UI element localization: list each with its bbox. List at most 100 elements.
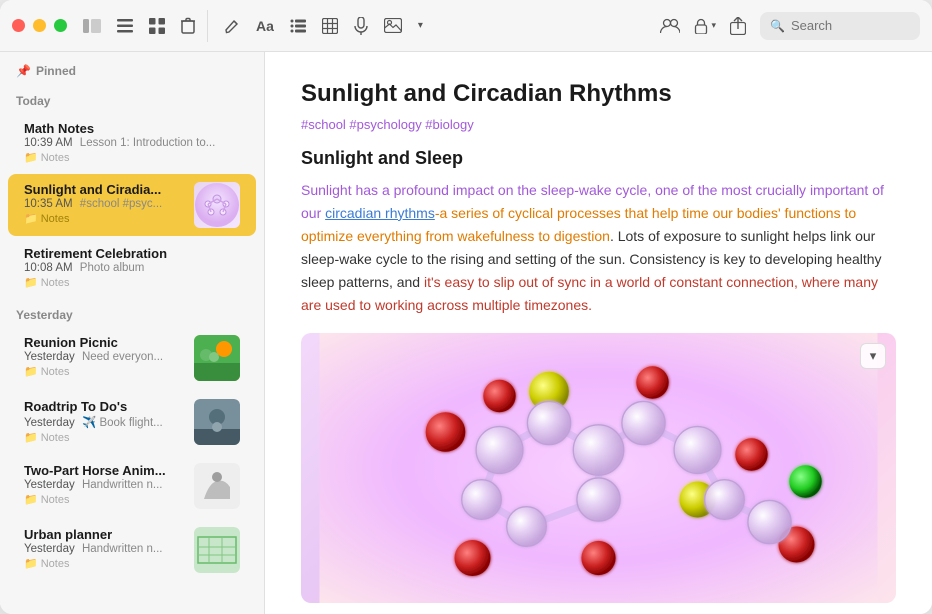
section-yesterday-label: Yesterday xyxy=(0,298,264,326)
search-icon: 🔍 xyxy=(770,19,785,33)
note-text: Roadtrip To Do's Yesterday ✈️ Book fligh… xyxy=(24,399,186,444)
body-text-purple-underline: circadian rhythms xyxy=(325,205,435,221)
folder-icon: 📁 xyxy=(24,557,38,570)
note-time: Yesterday xyxy=(24,543,75,555)
molecule-image: ▾ xyxy=(301,333,896,603)
note-text: Reunion Picnic Yesterday Need everyon...… xyxy=(24,335,186,378)
note-folder: 📁 Notes xyxy=(24,212,186,225)
titlebar-right-actions: ▾ 🔍 xyxy=(660,12,920,40)
note-time: Yesterday xyxy=(24,417,75,429)
sidebar-toggle-icon[interactable] xyxy=(83,19,101,33)
folder-icon: 📁 xyxy=(24,493,38,506)
note-folder: 📁 Notes xyxy=(24,493,186,506)
close-button[interactable] xyxy=(12,19,25,32)
note-time: 10:35 AM xyxy=(24,198,73,210)
font-icon[interactable]: Aa xyxy=(256,18,274,34)
note-meta: 10:08 AM Photo album xyxy=(24,262,240,274)
note-subtitle: Handwritten n... xyxy=(82,479,163,491)
search-input[interactable] xyxy=(791,18,910,33)
search-bar[interactable]: 🔍 xyxy=(760,12,920,40)
note-thumbnail xyxy=(194,335,240,381)
image-expand-button[interactable]: ▾ xyxy=(860,343,886,369)
export-icon[interactable] xyxy=(730,17,746,35)
note-text: Urban planner Yesterday Handwritten n...… xyxy=(24,527,186,570)
note-title: Two-Part Horse Anim... xyxy=(24,463,186,478)
sidebar: 📌 Pinned Today Math Notes 10:39 AM Lesso… xyxy=(0,52,265,614)
note-subtitle: ✈️ Book flight... xyxy=(82,417,163,429)
note-meta: 10:39 AM Lesson 1: Introduction to... xyxy=(24,137,240,149)
collaborate-icon[interactable] xyxy=(660,18,680,34)
note-title: Math Notes xyxy=(24,121,240,136)
titlebar: Aa xyxy=(0,0,932,52)
folder-icon: 📁 xyxy=(24,212,38,225)
note-item-math[interactable]: Math Notes 10:39 AM Lesson 1: Introducti… xyxy=(8,113,256,172)
note-time: 10:39 AM xyxy=(24,137,73,149)
note-text: Math Notes 10:39 AM Lesson 1: Introducti… xyxy=(24,121,240,164)
table-icon[interactable] xyxy=(322,18,338,34)
note-item-retirement[interactable]: Retirement Celebration 10:08 AM Photo al… xyxy=(8,238,256,297)
image-insert-icon[interactable] xyxy=(384,18,402,33)
note-main-title: Sunlight and Circadian Rhythms xyxy=(301,80,896,109)
note-title: Urban planner xyxy=(24,527,186,542)
note-time: Yesterday xyxy=(24,351,75,363)
note-title: Roadtrip To Do's xyxy=(24,399,186,414)
minimize-button[interactable] xyxy=(33,19,46,32)
pinned-section: 📌 Pinned xyxy=(0,52,264,84)
grid-view-icon[interactable] xyxy=(149,18,165,34)
note-subtitle: Handwritten n... xyxy=(82,543,163,555)
compose-icon[interactable] xyxy=(224,18,240,34)
note-text: Sunlight and Ciradia... 10:35 AM #school… xyxy=(24,182,186,225)
lock-group[interactable]: ▾ xyxy=(694,18,716,34)
note-title: Reunion Picnic xyxy=(24,335,186,350)
pinned-header: 📌 Pinned xyxy=(16,64,248,78)
lock-chevron-icon[interactable]: ▾ xyxy=(711,20,716,31)
note-subtitle: Photo album xyxy=(80,262,145,274)
note-folder: 📁 Notes xyxy=(24,276,240,289)
pin-icon: 📌 xyxy=(16,64,31,78)
note-meta: 10:35 AM #school #psyc... xyxy=(24,198,186,210)
note-time: 10:08 AM xyxy=(24,262,73,274)
note-heading: Sunlight and Sleep xyxy=(301,148,896,169)
chevron-down-icon[interactable]: ▾ xyxy=(418,20,423,31)
traffic-lights xyxy=(12,19,67,32)
note-thumbnail xyxy=(194,399,240,445)
app-window: Aa xyxy=(0,0,932,614)
note-thumbnail xyxy=(194,463,240,509)
main-area: 📌 Pinned Today Math Notes 10:39 AM Lesso… xyxy=(0,52,932,614)
note-folder: 📁 Notes xyxy=(24,431,186,444)
pinned-label: Pinned xyxy=(36,64,76,78)
section-today-label: Today xyxy=(0,84,264,112)
note-folder: 📁 Notes xyxy=(24,557,186,570)
list-view-icon[interactable] xyxy=(117,19,133,33)
note-tags: #school #psychology #biology xyxy=(301,117,896,132)
folder-icon: 📁 xyxy=(24,276,38,289)
content-area: Sunlight and Circadian Rhythms #school #… xyxy=(265,52,932,614)
note-time: Yesterday xyxy=(24,479,75,491)
note-text: Two-Part Horse Anim... Yesterday Handwri… xyxy=(24,463,186,506)
note-subtitle: Need everyon... xyxy=(82,351,163,363)
note-item-roadtrip[interactable]: Roadtrip To Do's Yesterday ✈️ Book fligh… xyxy=(8,391,256,453)
folder-icon: 📁 xyxy=(24,151,38,164)
note-thumbnail xyxy=(194,182,240,228)
note-meta: Yesterday Handwritten n... xyxy=(24,543,186,555)
note-item-reunion[interactable]: Reunion Picnic Yesterday Need everyon...… xyxy=(8,327,256,389)
note-text: Retirement Celebration 10:08 AM Photo al… xyxy=(24,246,240,289)
note-body: Sunlight has a profound impact on the sl… xyxy=(301,179,896,318)
delete-icon[interactable] xyxy=(181,17,195,34)
note-item-urban[interactable]: Urban planner Yesterday Handwritten n...… xyxy=(8,519,256,581)
note-title: Retirement Celebration xyxy=(24,246,240,261)
note-item-horse[interactable]: Two-Part Horse Anim... Yesterday Handwri… xyxy=(8,455,256,517)
note-meta: Yesterday Handwritten n... xyxy=(24,479,186,491)
list-options-icon[interactable] xyxy=(290,19,306,33)
lock-icon[interactable] xyxy=(694,18,708,34)
right-toolbar: Aa xyxy=(224,17,423,35)
note-meta: Yesterday ✈️ Book flight... xyxy=(24,415,186,429)
note-folder: 📁 Notes xyxy=(24,151,240,164)
note-title: Sunlight and Ciradia... xyxy=(24,182,186,197)
note-item-sunlight[interactable]: Sunlight and Ciradia... 10:35 AM #school… xyxy=(8,174,256,236)
left-toolbar xyxy=(83,17,195,34)
audio-icon[interactable] xyxy=(354,17,368,35)
note-meta: Yesterday Need everyon... xyxy=(24,351,186,363)
note-subtitle: #school #psyc... xyxy=(80,198,162,210)
maximize-button[interactable] xyxy=(54,19,67,32)
